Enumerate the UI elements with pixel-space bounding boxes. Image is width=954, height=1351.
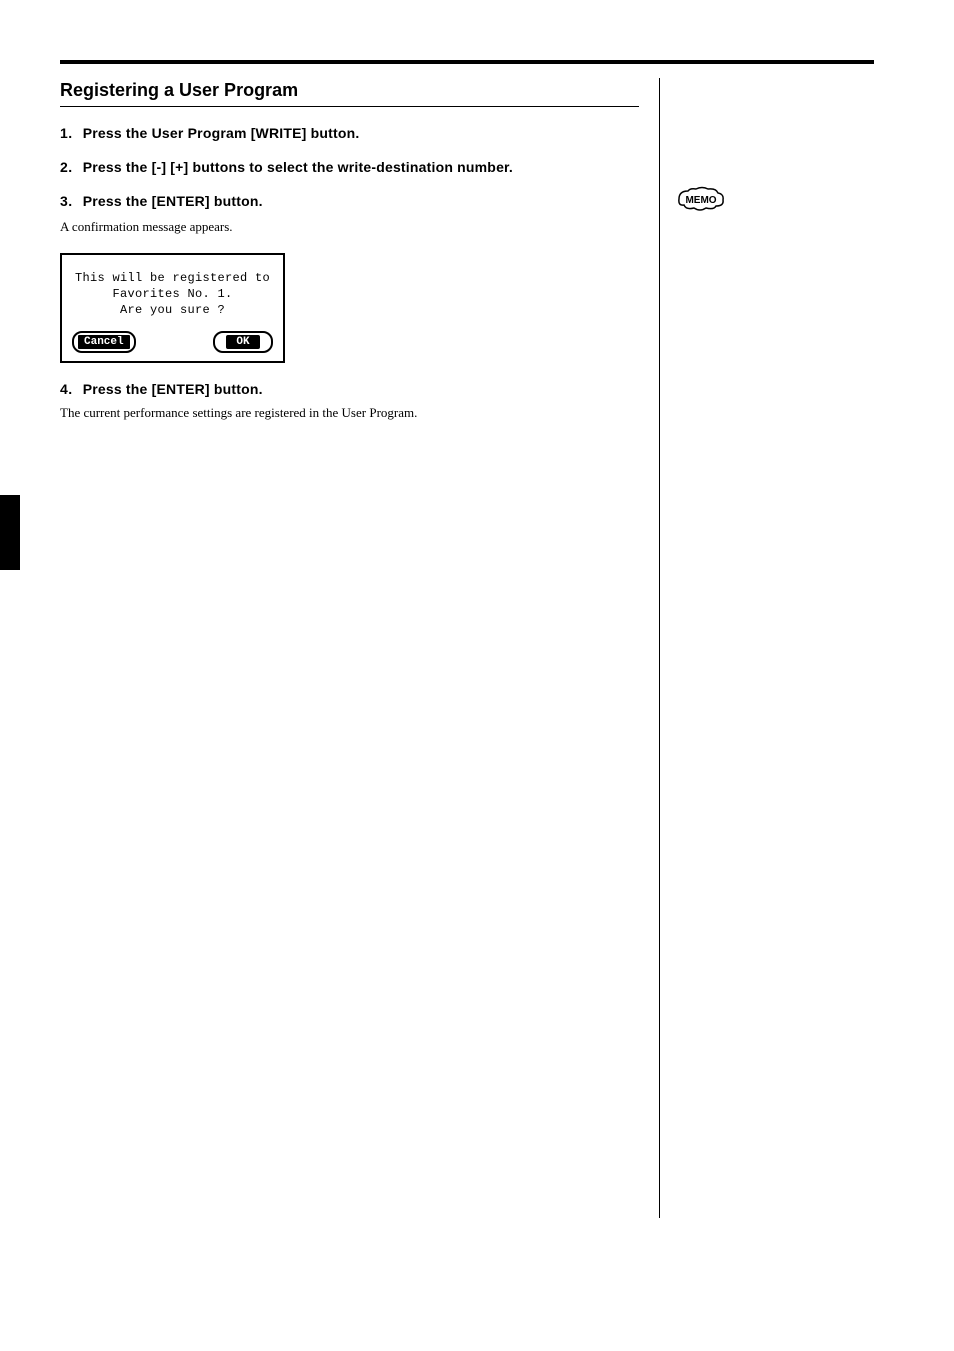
step-2-text: Press the [-] [+] buttons to select the … <box>83 159 513 175</box>
memo-icon: MEMO <box>676 186 726 212</box>
step-1: 1. Press the User Program [WRITE] button… <box>60 125 639 143</box>
cancel-button-label: Cancel <box>78 335 130 349</box>
ok-button[interactable]: OK <box>213 331 273 353</box>
top-horizontal-rule <box>60 60 874 64</box>
step-3: 3. Press the [ENTER] button. A confirmat… <box>60 193 639 237</box>
step-3-body: A confirmation message appears. <box>60 217 639 237</box>
step-2-label: 2. <box>60 159 73 175</box>
dialog-line-1: This will be registered to <box>70 271 275 285</box>
step-4: 4. Press the [ENTER] button. The current… <box>60 381 639 423</box>
step-2: 2. Press the [-] [+] buttons to select t… <box>60 159 639 177</box>
step-4-body: The current performance settings are reg… <box>60 403 639 423</box>
manual-page: Registering a User Program 1. Press the … <box>0 0 954 1351</box>
dialog-line-2: Favorites No. 1. <box>70 287 275 301</box>
step-1-text: Press the User Program [WRITE] button. <box>83 125 360 141</box>
step-3-label: 3. <box>60 193 73 209</box>
cancel-button[interactable]: Cancel <box>72 331 136 353</box>
svg-text:MEMO: MEMO <box>686 195 717 206</box>
step-3-text: Press the [ENTER] button. <box>83 193 263 209</box>
confirmation-dialog: This will be registered to Favorites No.… <box>60 253 285 363</box>
side-column: MEMO <box>659 78 874 1218</box>
main-column: Registering a User Program 1. Press the … <box>60 78 659 1218</box>
step-4-label: 4. <box>60 381 73 397</box>
dialog-line-3: Are you sure ? <box>70 303 275 317</box>
section-title: Registering a User Program <box>60 78 639 107</box>
step-1-label: 1. <box>60 125 73 141</box>
step-4-text: Press the [ENTER] button. <box>83 381 263 397</box>
ok-button-label: OK <box>226 335 259 349</box>
